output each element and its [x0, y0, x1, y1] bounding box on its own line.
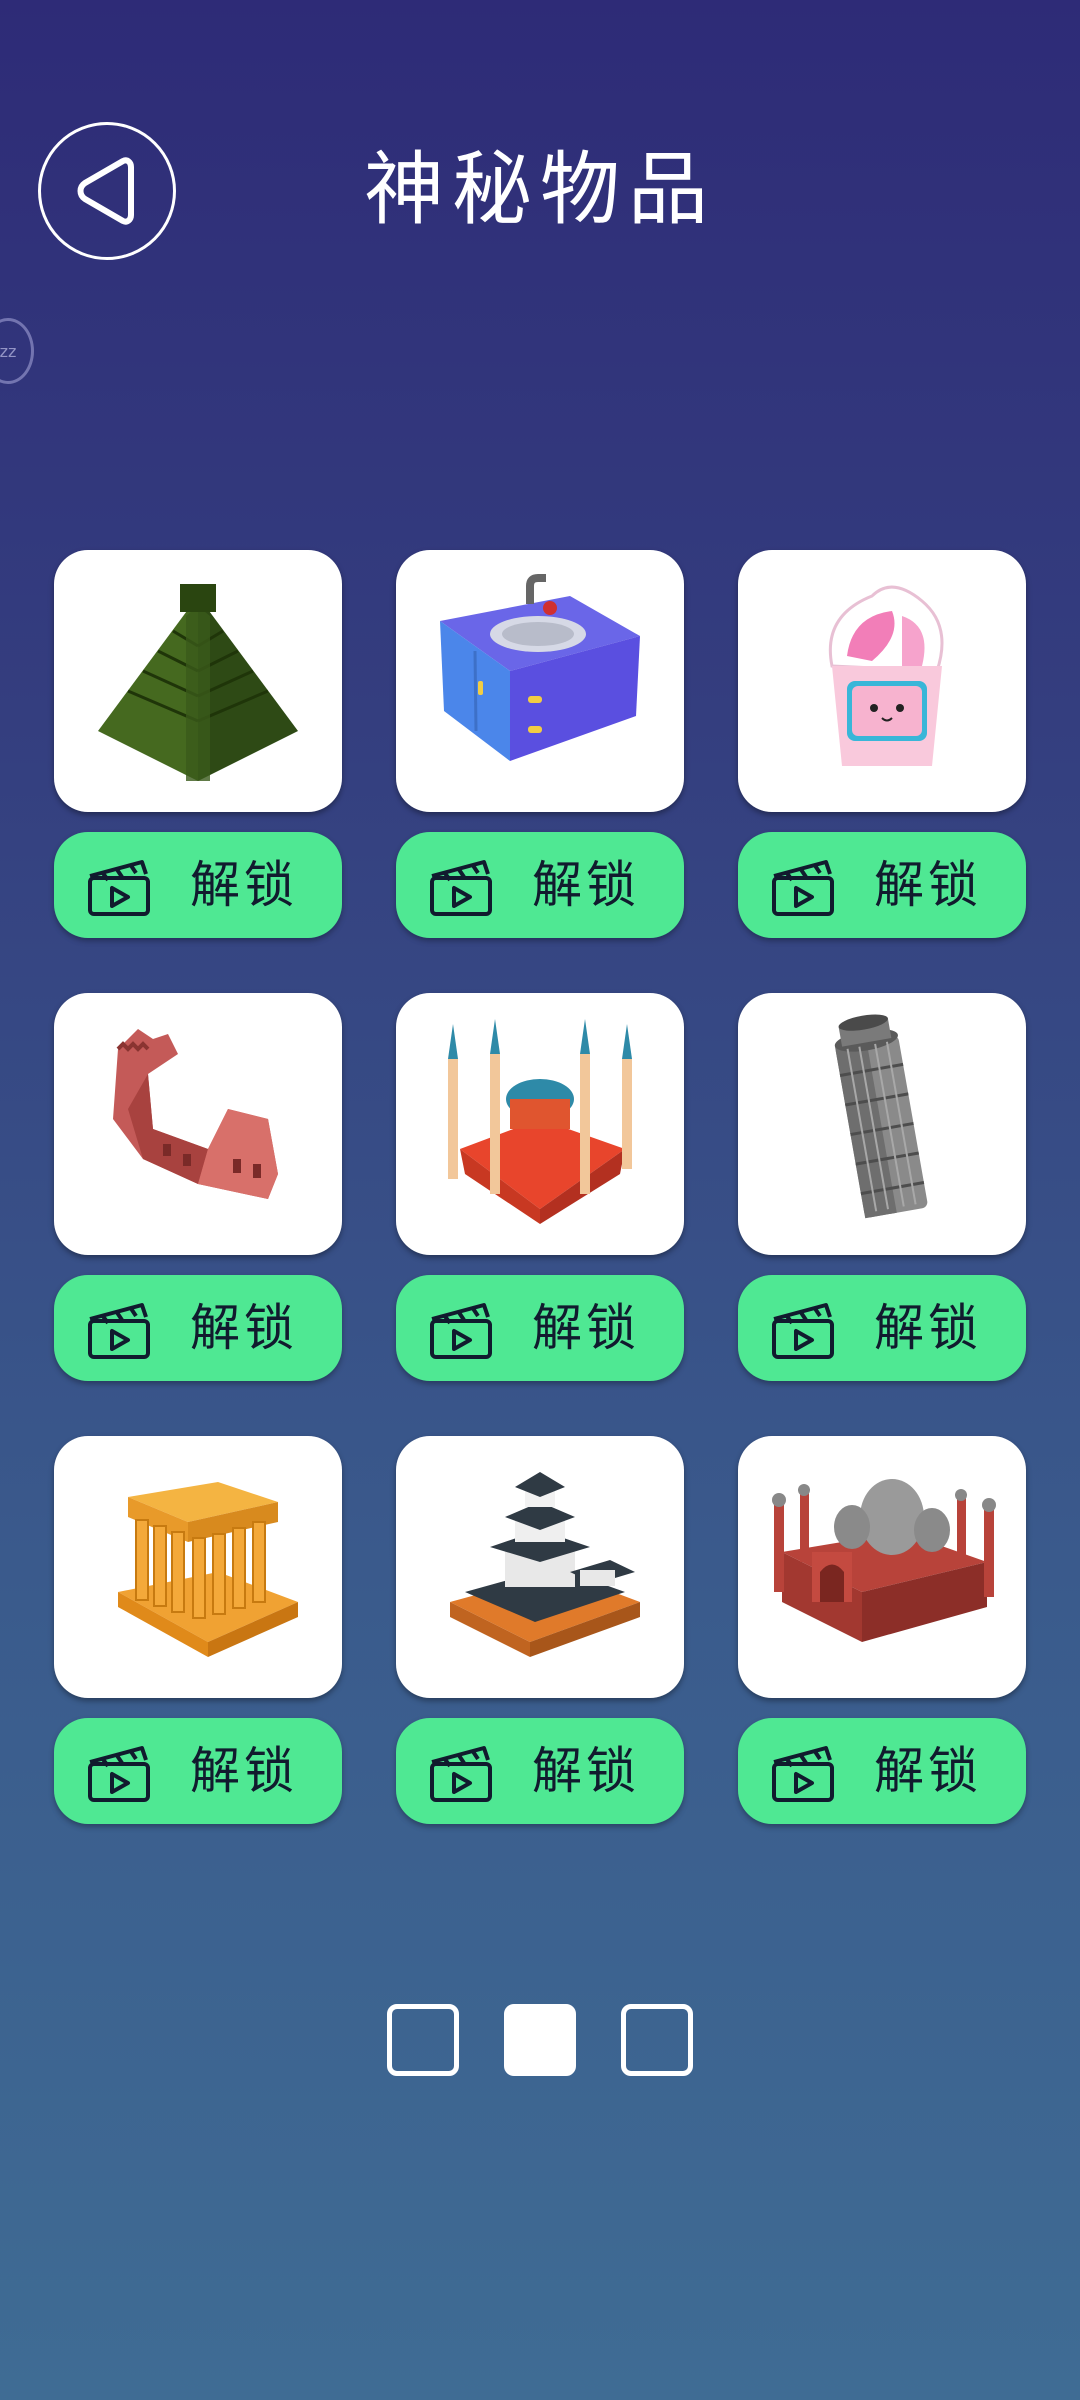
clapperboard-icon — [88, 1303, 150, 1359]
unlock-button[interactable]: 解锁 — [54, 1275, 342, 1381]
unlock-label: 解锁 — [190, 856, 298, 914]
unlock-label: 解锁 — [532, 1299, 640, 1357]
leaning-tower-image — [834, 1014, 928, 1219]
item-card-great-wall[interactable] — [54, 993, 342, 1255]
page-indicator-1[interactable] — [387, 2004, 459, 2076]
sink-cabinet-image — [440, 574, 640, 761]
unlock-label: 解锁 — [190, 1742, 298, 1800]
item-cell: 解锁 — [396, 993, 684, 1381]
unlock-label: 解锁 — [874, 1742, 982, 1800]
item-cell: 解锁 — [738, 1436, 1026, 1824]
pyramid-image — [98, 584, 298, 781]
clapperboard-icon — [430, 1303, 492, 1359]
great-wall-image — [113, 1029, 278, 1199]
sleep-bubble-text: zz — [0, 341, 17, 361]
item-cell: 解锁 — [738, 993, 1026, 1381]
clapperboard-icon — [772, 860, 834, 916]
clapperboard-icon — [772, 1303, 834, 1359]
greek-temple-image — [118, 1482, 298, 1657]
item-cell: 解锁 — [738, 550, 1026, 938]
clapperboard-icon — [88, 860, 150, 916]
item-cell: 解锁 — [54, 1436, 342, 1824]
unlock-button[interactable]: 解锁 — [738, 1718, 1026, 1824]
page-indicator-2[interactable] — [504, 2004, 576, 2076]
item-card-sink[interactable] — [396, 550, 684, 812]
unlock-label: 解锁 — [532, 1742, 640, 1800]
clapperboard-icon — [772, 1746, 834, 1802]
item-card-chichen-itza[interactable] — [54, 550, 342, 812]
unlock-button[interactable]: 解锁 — [396, 1718, 684, 1824]
unlock-button[interactable]: 解锁 — [54, 1718, 342, 1824]
item-card-red-mosque[interactable] — [738, 1436, 1026, 1698]
unlock-label: 解锁 — [874, 1299, 982, 1357]
japanese-castle-image — [450, 1472, 640, 1657]
red-mosque-image — [772, 1479, 996, 1642]
unlock-button[interactable]: 解锁 — [738, 1275, 1026, 1381]
item-card-japanese-castle[interactable] — [396, 1436, 684, 1698]
clapperboard-icon — [88, 1746, 150, 1802]
unlock-label: 解锁 — [874, 856, 982, 914]
unlock-label: 解锁 — [190, 1299, 298, 1357]
page-indicator-3[interactable] — [621, 2004, 693, 2076]
sleep-bubble-icon[interactable]: zz — [0, 318, 34, 384]
clapperboard-icon — [430, 860, 492, 916]
item-cell: 解锁 — [396, 1436, 684, 1824]
item-cell: 解锁 — [54, 550, 342, 938]
unlock-button[interactable]: 解锁 — [738, 832, 1026, 938]
clapperboard-icon — [430, 1746, 492, 1802]
item-cell: 解锁 — [396, 550, 684, 938]
unlock-button[interactable]: 解锁 — [396, 832, 684, 938]
pagination — [0, 2004, 1080, 2076]
ice-cream-cup-image — [828, 585, 944, 766]
unlock-button[interactable]: 解锁 — [396, 1275, 684, 1381]
item-card-ice-cream[interactable] — [738, 550, 1026, 812]
hagia-sophia-image — [448, 1019, 632, 1224]
item-cell: 解锁 — [54, 993, 342, 1381]
page-title: 神秘物品 — [364, 143, 716, 236]
item-card-greek-temple[interactable] — [54, 1436, 342, 1698]
item-card-pisa[interactable] — [738, 993, 1026, 1255]
item-card-hagia-sophia[interactable] — [396, 993, 684, 1255]
unlock-label: 解锁 — [532, 856, 640, 914]
unlock-button[interactable]: 解锁 — [54, 832, 342, 938]
